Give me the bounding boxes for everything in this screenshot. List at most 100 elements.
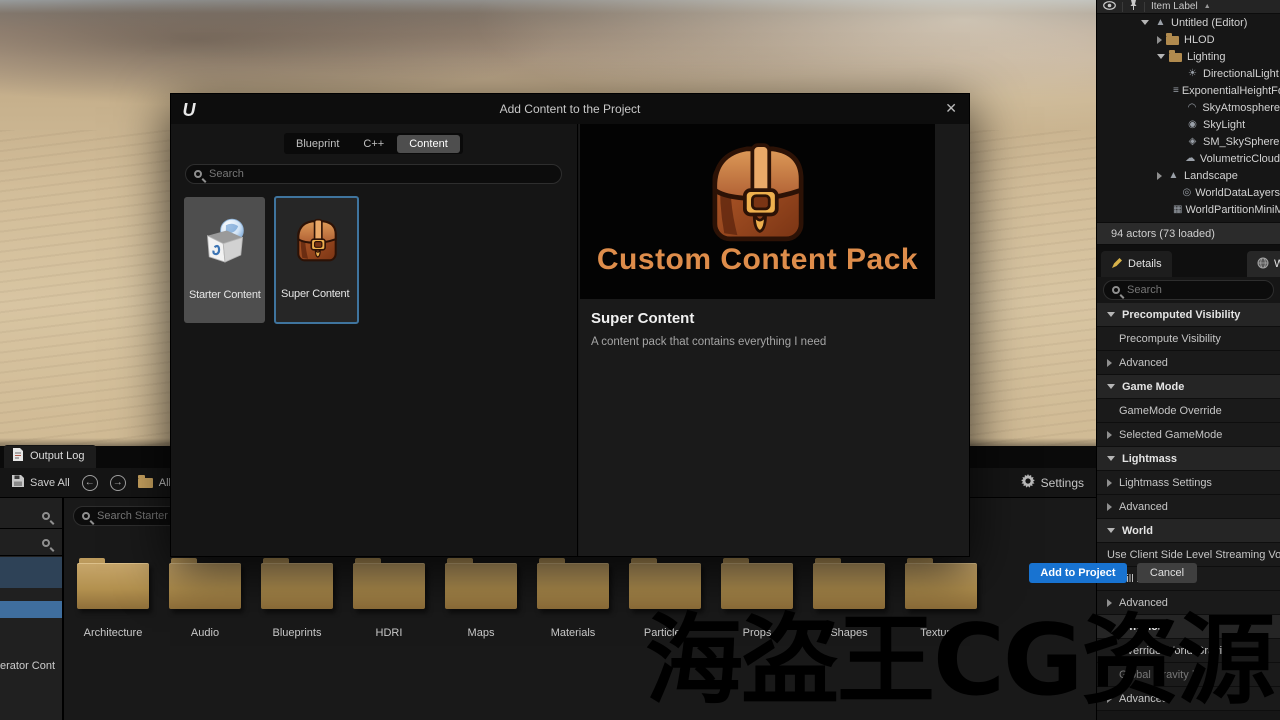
staticmesh-icon: ◈ xyxy=(1185,136,1200,147)
back-arrow-icon: ← xyxy=(85,478,95,488)
outliner-item-label: VolumetricCloud xyxy=(1200,153,1280,165)
expander-open-icon[interactable] xyxy=(1107,312,1115,317)
details-property-row[interactable]: Precompute Visibility xyxy=(1097,327,1280,351)
details-property-row[interactable]: GameMode Override xyxy=(1097,399,1280,423)
details-category-row[interactable]: World xyxy=(1097,519,1280,543)
outliner-item[interactable]: ◈SM_SkySphere xyxy=(1097,133,1280,150)
details-category-row[interactable]: Lightmass xyxy=(1097,447,1280,471)
path-all-button[interactable]: All xyxy=(138,477,171,489)
pack-tile[interactable]: Super Content xyxy=(274,196,359,324)
outliner-item[interactable]: ▲Untitled (Editor) xyxy=(1097,14,1280,31)
sources-search-row-1[interactable] xyxy=(0,503,62,529)
outliner-item-label: Lighting xyxy=(1187,51,1226,63)
tab-output-log[interactable]: Output Log xyxy=(4,445,96,468)
expander-closed-icon[interactable] xyxy=(1107,479,1112,487)
outliner-item-label: HLOD xyxy=(1184,34,1215,46)
item-label-column-header[interactable]: Item Label xyxy=(1151,1,1198,12)
details-row-label: Selected GameMode xyxy=(1119,429,1222,441)
add-to-project-button[interactable]: Add to Project xyxy=(1029,563,1127,583)
details-row-label: Advanced xyxy=(1119,357,1168,369)
world-outliner-list: ▲Untitled (Editor) HLOD Lighting ☀Direction… xyxy=(1097,14,1280,222)
search-icon xyxy=(42,539,50,547)
settings-button[interactable]: Settings xyxy=(1021,474,1084,491)
outliner-item[interactable]: Lighting xyxy=(1097,48,1280,65)
tab-output-log-label: Output Log xyxy=(30,450,84,462)
folder-icon xyxy=(537,563,609,609)
expander-open-icon[interactable] xyxy=(1107,384,1115,389)
outliner-item[interactable]: ▲Landscape xyxy=(1097,167,1280,184)
expander-open-icon[interactable] xyxy=(1141,20,1149,25)
expander-closed-icon[interactable] xyxy=(1107,503,1112,511)
outliner-item-label: Landscape xyxy=(1184,170,1238,182)
expander-closed-icon[interactable] xyxy=(1107,431,1112,439)
outliner-item[interactable]: ◎WorldDataLayers xyxy=(1097,184,1280,201)
details-row-label: Use Client Side Level Streaming Volumes xyxy=(1107,549,1280,561)
outliner-header: Item Label ▲ xyxy=(1097,0,1280,14)
expander-closed-icon[interactable] xyxy=(1107,359,1112,367)
content-folder[interactable]: Shapes xyxy=(813,563,885,609)
dialog-tab-content[interactable]: Content xyxy=(397,135,460,153)
sources-highlighted-item[interactable] xyxy=(0,601,62,618)
outliner-item[interactable]: HLOD xyxy=(1097,31,1280,48)
satchel-illustration xyxy=(580,132,935,252)
outliner-item[interactable]: ☀DirectionalLight xyxy=(1097,65,1280,82)
cancel-button[interactable]: Cancel xyxy=(1137,563,1197,583)
eye-icon[interactable] xyxy=(1103,1,1116,13)
sources-search-row-2[interactable] xyxy=(0,530,62,556)
sort-ascending-icon[interactable]: ▲ xyxy=(1204,3,1211,10)
details-search-box[interactable] xyxy=(1103,280,1274,300)
expander-closed-icon[interactable] xyxy=(1157,172,1162,180)
dialog-tab-blueprint[interactable]: Blueprint xyxy=(284,135,351,153)
details-search-input[interactable] xyxy=(1127,284,1265,296)
outliner-item[interactable]: ☁VolumetricCloud xyxy=(1097,150,1280,167)
sources-selected-item[interactable] xyxy=(0,557,62,588)
search-icon xyxy=(194,170,202,178)
pack-tile-label: Super Content xyxy=(281,288,355,300)
landscape-icon: ▲ xyxy=(1166,170,1181,181)
outliner-item[interactable]: ≡ExponentialHeightFog xyxy=(1097,82,1280,99)
details-property-row[interactable]: Selected GameMode xyxy=(1097,423,1280,447)
dialog-search-input[interactable] xyxy=(209,168,553,180)
content-folder[interactable]: Textures xyxy=(905,563,977,609)
outliner-item[interactable]: ▦WorldPartitionMiniMap xyxy=(1097,201,1280,218)
details-property-row[interactable]: Advanced xyxy=(1097,495,1280,519)
content-folder[interactable]: Materials xyxy=(537,563,609,609)
content-folder[interactable]: Blueprints xyxy=(261,563,333,609)
expander-open-icon[interactable] xyxy=(1107,528,1115,533)
folder-icon xyxy=(169,563,241,609)
content-folder[interactable]: HDRI xyxy=(353,563,425,609)
forward-arrow-button[interactable]: → xyxy=(110,475,126,491)
expander-open-icon[interactable] xyxy=(1157,54,1165,59)
details-property-row[interactable]: Lightmass Settings xyxy=(1097,471,1280,495)
save-all-button[interactable]: Save All xyxy=(12,475,70,490)
expander-closed-icon[interactable] xyxy=(1157,36,1162,44)
content-folder[interactable]: Audio xyxy=(169,563,241,609)
dialog-preview-pane: Custom Content Pack Super Content A cont… xyxy=(579,124,969,556)
dialog-tab-c[interactable]: C++ xyxy=(351,135,396,153)
satchel-icon xyxy=(276,214,357,266)
folder-icon xyxy=(445,563,517,609)
details-row-label: Lightmass xyxy=(1122,453,1177,465)
content-folder[interactable]: Maps xyxy=(445,563,517,609)
content-folder[interactable]: Props xyxy=(721,563,793,609)
tab-details[interactable]: Details xyxy=(1101,251,1172,277)
dialog-search-box[interactable] xyxy=(185,164,562,184)
outliner-item[interactable]: ◉SkyLight xyxy=(1097,116,1280,133)
expander-open-icon[interactable] xyxy=(1107,456,1115,461)
content-folder[interactable]: Architecture xyxy=(77,563,149,609)
pin-icon[interactable] xyxy=(1129,0,1138,14)
outliner-item[interactable]: ◠SkyAtmosphere xyxy=(1097,99,1280,116)
details-category-row[interactable]: Game Mode xyxy=(1097,375,1280,399)
outliner-item-label: WorldDataLayers xyxy=(1195,187,1280,199)
close-icon[interactable]: ✕ xyxy=(945,100,957,117)
content-folder[interactable]: Particles xyxy=(629,563,701,609)
details-property-row[interactable]: Advanced xyxy=(1097,351,1280,375)
pack-tile[interactable]: Starter Content xyxy=(184,197,265,323)
details-category-row[interactable]: Precomputed Visibility xyxy=(1097,303,1280,327)
details-row-label: GameMode Override xyxy=(1119,405,1222,417)
fog-icon: ≡ xyxy=(1173,85,1179,96)
tab-world-settings[interactable]: World Settings xyxy=(1247,251,1280,277)
back-arrow-button[interactable]: ← xyxy=(82,475,98,491)
folder-icon xyxy=(813,563,885,609)
document-icon xyxy=(12,448,24,464)
